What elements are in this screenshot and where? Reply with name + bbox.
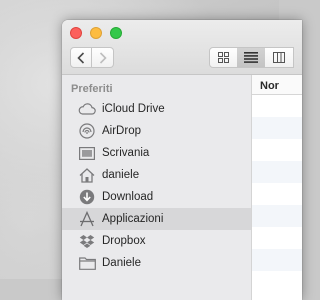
- sidebar-item-label: Applicazioni: [102, 213, 164, 225]
- sidebar-item-dropbox[interactable]: Dropbox: [62, 230, 251, 252]
- column-view-button[interactable]: [265, 47, 294, 68]
- sidebar-item-daniele-folder[interactable]: Daniele: [62, 252, 251, 274]
- forward-button[interactable]: [92, 47, 114, 68]
- sidebar-item-label: daniele: [102, 169, 140, 181]
- file-row[interactable]: [252, 117, 302, 139]
- columns-icon: [273, 52, 285, 63]
- sidebar-section-title: Preferiti: [71, 83, 113, 95]
- list-icon: [244, 52, 258, 63]
- sidebar-item-download[interactable]: Download: [62, 186, 251, 208]
- icon-view-button[interactable]: [209, 47, 238, 68]
- close-button[interactable]: [70, 27, 82, 39]
- chevron-left-icon: [77, 51, 85, 64]
- download-icon: [77, 188, 97, 206]
- file-row[interactable]: [252, 227, 302, 249]
- sidebar-item-airdrop[interactable]: AirDrop: [62, 120, 251, 142]
- sidebar-item-label: Daniele: [102, 257, 141, 269]
- sidebar-item-label: Download: [102, 191, 154, 203]
- file-row[interactable]: [252, 205, 302, 227]
- file-row[interactable]: [252, 139, 302, 161]
- applications-icon: [77, 210, 97, 228]
- airdrop-icon: [77, 122, 97, 140]
- sidebar-item-label: Dropbox: [102, 235, 146, 247]
- sidebar-item-label: AirDrop: [102, 125, 141, 137]
- cloud-icon: [77, 100, 97, 118]
- dropbox-icon: [77, 232, 97, 250]
- file-row[interactable]: [252, 161, 302, 183]
- file-list: Nor: [252, 75, 302, 300]
- sidebar: Preferiti iCloud Drive AirDrop Scrivania…: [62, 75, 252, 300]
- file-row[interactable]: [252, 271, 302, 293]
- sidebar-item-icloud-drive[interactable]: iCloud Drive: [62, 98, 251, 120]
- list-view-button[interactable]: [237, 47, 266, 68]
- column-header-name[interactable]: Nor: [252, 75, 302, 95]
- window-toolbar: [62, 20, 302, 75]
- desktop-icon: [77, 144, 97, 162]
- folder-icon: [77, 254, 97, 272]
- sidebar-item-daniele-home[interactable]: daniele: [62, 164, 251, 186]
- home-icon: [77, 166, 97, 184]
- file-row[interactable]: [252, 249, 302, 271]
- zoom-button[interactable]: [110, 27, 122, 39]
- chevron-right-icon: [99, 51, 107, 64]
- sidebar-item-label: iCloud Drive: [102, 103, 165, 115]
- grid-icon: [218, 52, 229, 63]
- file-row[interactable]: [252, 183, 302, 205]
- finder-window: Preferiti iCloud Drive AirDrop Scrivania…: [62, 20, 302, 300]
- file-row[interactable]: [252, 95, 302, 117]
- back-button[interactable]: [70, 47, 92, 68]
- minimize-button[interactable]: [90, 27, 102, 39]
- sidebar-item-label: Scrivania: [102, 147, 150, 159]
- sidebar-item-scrivania[interactable]: Scrivania: [62, 142, 251, 164]
- sidebar-item-applicazioni[interactable]: Applicazioni: [62, 208, 251, 230]
